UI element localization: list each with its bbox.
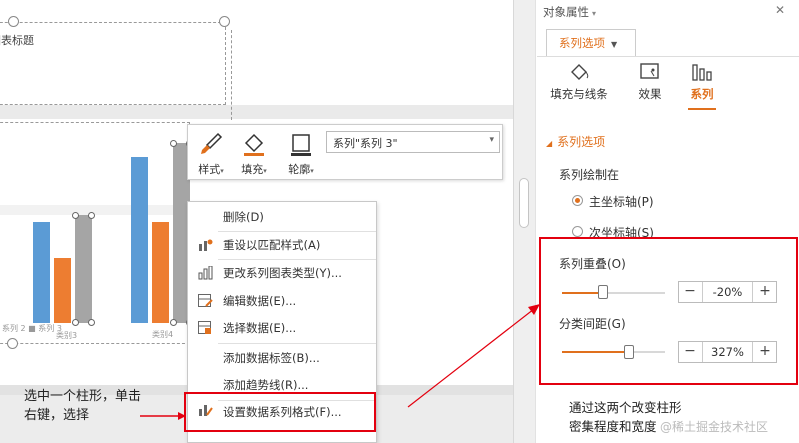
gap-slider-thumb[interactable] <box>623 345 634 359</box>
effects-icon <box>640 63 659 79</box>
brush-icon <box>201 132 223 154</box>
overlap-decrement-button[interactable]: − <box>679 282 701 302</box>
overlap-slider-fill <box>562 292 604 294</box>
bar-series-3[interactable] <box>75 215 92 323</box>
menu-separator <box>218 343 376 344</box>
select-data-icon <box>198 321 211 334</box>
overlap-label: 系列重叠(O) <box>559 257 626 271</box>
menu-item-delete[interactable]: 删除(D) <box>188 204 376 230</box>
series-tab-underline <box>688 108 716 110</box>
fill-line-icon <box>571 64 589 80</box>
plot-area-edge <box>231 30 232 120</box>
series-select-value: 系列"系列 3" <box>333 137 398 150</box>
primary-axis-label: 主坐标轴(P) <box>589 195 654 209</box>
sheet-band <box>0 105 513 119</box>
menu-item-edit-data[interactable]: 编辑数据(E)... <box>188 288 376 314</box>
pane-title[interactable]: 对象属性 ▾ <box>543 4 596 20</box>
plot-on-label: 系列绘制在 <box>559 168 620 182</box>
chart-legend: 系列 2 ■ 系列 3 <box>2 324 62 333</box>
close-icon[interactable]: ✕ <box>775 3 785 17</box>
fill-label: 填充 <box>241 163 264 176</box>
series-icon <box>692 64 712 81</box>
fill-button[interactable]: 填充▾ <box>234 129 274 177</box>
style-label: 样式 <box>198 163 221 176</box>
selection-handle[interactable] <box>72 212 79 219</box>
overlap-increment-button[interactable]: + <box>754 282 776 302</box>
category-label: 类别3 <box>56 331 78 340</box>
highlight-format-item <box>184 392 376 432</box>
title-caret-icon: ▾ <box>592 9 597 18</box>
selection-handle[interactable] <box>88 212 95 219</box>
menu-item-change-chart-type[interactable]: 更改系列图表类型(Y)... <box>188 260 376 286</box>
gap-slider-fill <box>562 351 629 353</box>
overlap-stepper: − -20% + <box>678 281 777 303</box>
gap-increment-button[interactable]: + <box>754 342 776 362</box>
overlap-value-input[interactable]: -20% <box>702 282 753 302</box>
mini-toolbar: 样式▾ 填充▾ 轮廓▾ 系列"系列 3" ▾ <box>187 124 503 180</box>
bar-series-2[interactable] <box>54 258 71 323</box>
watermark: @稀土掘金技术社区 <box>660 420 769 434</box>
menu-item-add-data-labels[interactable]: 添加数据标签(B)... <box>188 345 376 371</box>
annotation-left-line1: 选中一个柱形，单击 <box>24 389 142 404</box>
category-series[interactable]: 系列 <box>682 62 722 102</box>
series-select[interactable]: 系列"系列 3" ▾ <box>326 131 500 153</box>
annotation-left-line2: 右键，选择 <box>24 408 90 423</box>
category-fill-line[interactable]: 填充与线条 <box>546 62 612 102</box>
selection-handle[interactable] <box>170 140 177 147</box>
resize-handle[interactable] <box>219 16 230 27</box>
bar-series-1[interactable] <box>131 157 148 323</box>
outline-button[interactable]: 轮廓▾ <box>281 129 321 177</box>
category-effects[interactable]: 效果 <box>630 62 670 102</box>
arrow-to-panel <box>407 304 540 408</box>
arrow-to-menu <box>140 412 186 420</box>
tab-series-options[interactable]: 系列选项 ▼ <box>546 29 636 57</box>
radio-primary-axis[interactable] <box>572 195 583 206</box>
outline-icon <box>291 134 311 156</box>
selection-handle[interactable] <box>88 319 95 326</box>
scrollbar-thumb[interactable] <box>519 178 529 228</box>
radio-secondary-axis[interactable] <box>572 226 583 237</box>
chart-title: 图表标题 <box>0 34 34 47</box>
menu-item-reset-style[interactable]: 重设以匹配样式(A) <box>188 232 376 258</box>
bar-series-2[interactable] <box>152 222 169 323</box>
section-series-options[interactable]: ◢ 系列选项 <box>546 133 605 150</box>
resize-handle[interactable] <box>7 338 18 349</box>
chart-type-icon <box>198 266 213 280</box>
selection-handle[interactable] <box>170 319 177 326</box>
bar-series-1[interactable] <box>33 222 50 323</box>
annotation-left: 选中一个柱形，单击 右键，选择 <box>24 387 141 425</box>
tab-divider <box>537 56 799 57</box>
tab-caret-icon: ▼ <box>611 40 618 49</box>
gap-value-input[interactable]: 327% <box>702 342 753 362</box>
annotation-right-line1: 通过这两个改变柱形 <box>569 400 682 415</box>
gap-label: 分类间距(G) <box>559 317 626 331</box>
gap-decrement-button[interactable]: − <box>679 342 701 362</box>
category-label: 类别4 <box>152 330 174 339</box>
resize-handle[interactable] <box>8 16 19 27</box>
reset-style-icon <box>199 239 213 251</box>
fill-bucket-icon <box>244 133 264 156</box>
outline-label: 轮廓 <box>288 163 311 176</box>
chevron-down-icon: ▾ <box>489 135 494 145</box>
style-button[interactable]: 样式▾ <box>191 129 231 177</box>
edit-data-icon <box>198 294 213 307</box>
overlap-slider-thumb[interactable] <box>598 285 609 299</box>
collapse-arrow-icon: ◢ <box>546 139 553 148</box>
selection-handle[interactable] <box>72 319 79 326</box>
gap-stepper: − 327% + <box>678 341 777 363</box>
menu-item-select-data[interactable]: 选择数据(E)... <box>188 315 376 341</box>
